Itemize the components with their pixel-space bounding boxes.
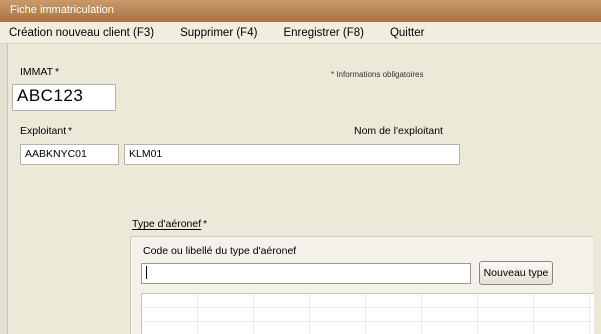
menu-item-quit[interactable]: Quitter bbox=[387, 25, 428, 41]
grid-cell bbox=[478, 322, 534, 334]
grid-cell bbox=[310, 294, 366, 307]
left-panel-edge bbox=[0, 44, 8, 334]
grid-cell bbox=[142, 322, 198, 334]
grid-cell bbox=[478, 308, 534, 321]
grid-cell bbox=[310, 322, 366, 334]
exploitant-name-field[interactable]: KLM01 bbox=[124, 144, 460, 165]
menu-item-save[interactable]: Enregistrer (F8) bbox=[280, 25, 367, 41]
grid-cell bbox=[366, 308, 422, 321]
menu-item-new-client[interactable]: Création nouveau client (F3) bbox=[6, 25, 157, 41]
type-aeronef-label-text: Type d'aéronef bbox=[132, 218, 202, 230]
grid-cell bbox=[534, 322, 590, 334]
exploitant-label: Exploitant * bbox=[20, 125, 72, 137]
grid-cell bbox=[254, 308, 310, 321]
required-note: * Informations obligatoires bbox=[331, 70, 424, 79]
grid-cell bbox=[198, 294, 254, 307]
menu-item-delete[interactable]: Supprimer (F4) bbox=[177, 25, 260, 41]
grid-cell bbox=[422, 308, 478, 321]
grid-cell bbox=[366, 294, 422, 307]
type-search-input[interactable] bbox=[141, 263, 471, 284]
grid-cell bbox=[254, 322, 310, 334]
type-results-grid[interactable] bbox=[141, 293, 594, 334]
grid-cell bbox=[366, 322, 422, 334]
exploitant-label-text: Exploitant bbox=[20, 125, 67, 137]
type-required-marker: * bbox=[203, 219, 208, 230]
type-aeronef-group: Code ou libellé du type d'aéronef Nouvea… bbox=[130, 236, 594, 334]
new-type-button[interactable]: Nouveau type bbox=[479, 261, 553, 285]
table-row bbox=[142, 322, 594, 334]
immat-required-marker: * bbox=[55, 67, 59, 78]
grid-cell bbox=[142, 294, 198, 307]
form-area: IMMAT * ABC123 * Informations obligatoire… bbox=[8, 44, 601, 334]
table-row bbox=[142, 308, 594, 322]
grid-cell bbox=[254, 294, 310, 307]
grid-cell bbox=[534, 308, 590, 321]
grid-cell bbox=[422, 322, 478, 334]
text-caret bbox=[146, 266, 147, 279]
immat-label-text: IMMAT bbox=[20, 66, 54, 78]
grid-cell bbox=[422, 294, 478, 307]
window-title: Fiche immatriculation bbox=[10, 4, 114, 16]
nom-exploitant-label: Nom de l'exploitant bbox=[354, 125, 443, 137]
type-aeronef-label: Type d'aéronef * bbox=[132, 218, 207, 230]
menu-bar: Création nouveau client (F3) Supprimer (… bbox=[0, 22, 601, 44]
grid-cell bbox=[534, 294, 590, 307]
grid-cell bbox=[142, 308, 198, 321]
window-titlebar: Fiche immatriculation bbox=[0, 0, 601, 22]
grid-cell bbox=[310, 308, 366, 321]
immat-label: IMMAT * bbox=[20, 66, 59, 78]
exploitant-code-field[interactable]: AABKNYC01 bbox=[20, 144, 119, 165]
grid-cell bbox=[478, 294, 534, 307]
type-search-label: Code ou libellé du type d'aéronef bbox=[143, 245, 297, 257]
table-row bbox=[142, 294, 594, 308]
grid-cell bbox=[198, 308, 254, 321]
exploitant-required-marker: * bbox=[68, 126, 73, 137]
immat-field[interactable]: ABC123 bbox=[12, 84, 116, 111]
grid-cell bbox=[198, 322, 254, 334]
